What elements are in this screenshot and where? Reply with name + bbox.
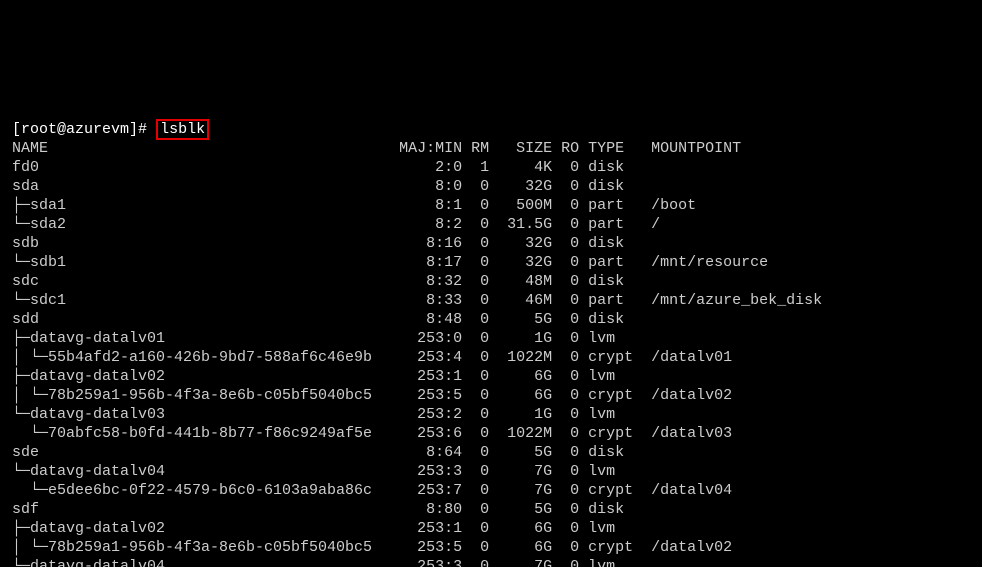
table-row: ├─datavg-datalv02 253:1 0 6G 0 lvm bbox=[12, 368, 642, 385]
table-row: ├─sda1 8:1 0 500M 0 part /boot bbox=[12, 197, 696, 214]
table-row: └─sda2 8:2 0 31.5G 0 part / bbox=[12, 216, 660, 233]
table-row: fd0 2:0 1 4K 0 disk bbox=[12, 159, 642, 176]
table-row: sdd 8:48 0 5G 0 disk bbox=[12, 311, 642, 328]
table-row: └─sdc1 8:33 0 46M 0 part /mnt/azure_bek_… bbox=[12, 292, 822, 309]
table-row: ├─datavg-datalv01 253:0 0 1G 0 lvm bbox=[12, 330, 642, 347]
table-row: sda 8:0 0 32G 0 disk bbox=[12, 178, 642, 195]
table-row: └─datavg-datalv04 253:3 0 7G 0 lvm bbox=[12, 463, 642, 480]
typed-command[interactable]: lsblk bbox=[156, 119, 209, 140]
terminal-output[interactable]: [root@azurevm]# lsblk NAME MAJ:MIN RM SI… bbox=[0, 95, 982, 567]
table-row: └─e5dee6bc-0f22-4579-b6c0-6103a9aba86c 2… bbox=[12, 482, 732, 499]
user-host: [root@azurevm] bbox=[12, 121, 138, 138]
prompt-hash: # bbox=[138, 121, 147, 138]
table-row: ├─datavg-datalv02 253:1 0 6G 0 lvm bbox=[12, 520, 642, 537]
table-row: sdf 8:80 0 5G 0 disk bbox=[12, 501, 642, 518]
table-row: └─sdb1 8:17 0 32G 0 part /mnt/resource bbox=[12, 254, 768, 271]
lsblk-table: NAME MAJ:MIN RM SIZE RO TYPE MOUNTPOINT … bbox=[12, 139, 970, 567]
table-row: │ └─78b259a1-956b-4f3a-8e6b-c05bf5040bc5… bbox=[12, 387, 732, 404]
table-row: sdb 8:16 0 32G 0 disk bbox=[12, 235, 642, 252]
table-header-row: NAME MAJ:MIN RM SIZE RO TYPE MOUNTPOINT bbox=[12, 140, 741, 157]
shell-prompt: [root@azurevm]# bbox=[12, 121, 156, 138]
table-row: └─datavg-datalv04 253:3 0 7G 0 lvm bbox=[12, 558, 642, 567]
table-row: └─datavg-datalv03 253:2 0 1G 0 lvm bbox=[12, 406, 642, 423]
table-row: sde 8:64 0 5G 0 disk bbox=[12, 444, 642, 461]
table-row: └─70abfc58-b0fd-441b-8b77-f86c9249af5e 2… bbox=[12, 425, 732, 442]
table-row: │ └─55b4afd2-a160-426b-9bd7-588af6c46e9b… bbox=[12, 349, 732, 366]
table-row: sdc 8:32 0 48M 0 disk bbox=[12, 273, 642, 290]
